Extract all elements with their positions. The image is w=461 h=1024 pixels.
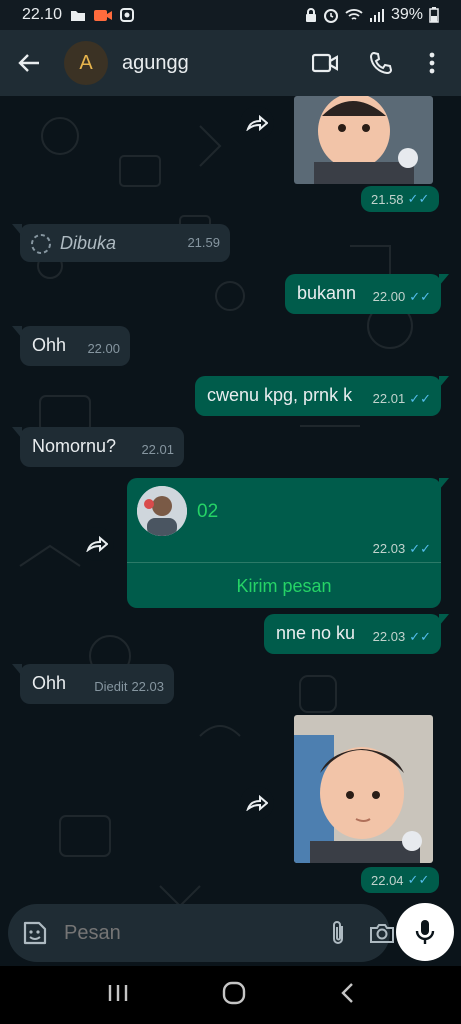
contact-card-message[interactable]: 02 22.03 ✓✓ Kirim pesan [127, 478, 449, 608]
chat-header: A agungg [0, 30, 461, 96]
message-time: 22.01 [372, 391, 406, 406]
status-time: 22.10 [22, 6, 63, 23]
folder-icon [70, 9, 86, 22]
outgoing-message[interactable]: nne no ku 22.03 ✓✓ [264, 614, 449, 654]
voice-call-button[interactable] [353, 30, 409, 96]
forward-button[interactable] [240, 786, 274, 820]
incoming-message[interactable]: Ohh 22.00 [12, 326, 130, 366]
message-text: Dibuka [60, 233, 117, 253]
opened-message[interactable]: Dibuka 21.59 [12, 224, 230, 262]
app-notification-icon [120, 8, 135, 22]
forward-button[interactable] [80, 527, 114, 561]
battery-level: 39% [390, 6, 423, 23]
video-call-button[interactable] [297, 30, 353, 96]
message-text: Ohh [32, 673, 67, 693]
nav-back-button[interactable] [340, 982, 354, 1009]
contact-avatar[interactable]: A [64, 41, 108, 85]
system-navigation-bar [0, 966, 461, 1024]
forward-icon [86, 536, 108, 552]
signal-icon [369, 8, 385, 22]
camera-icon [370, 924, 394, 943]
message-text: cwenu kpg, prnk k [207, 385, 353, 405]
arrow-left-icon [18, 54, 39, 72]
message-time: 22.04 [371, 872, 404, 888]
edited-label: Diedit [94, 679, 128, 694]
contact-card-avatar [137, 486, 187, 536]
message-time: 21.59 [187, 235, 220, 250]
message-time: 22.00 [372, 289, 406, 304]
back-button[interactable] [0, 30, 58, 96]
forward-icon [246, 795, 268, 811]
more-options-button[interactable] [409, 30, 455, 96]
sticker-image[interactable] [294, 715, 433, 863]
microphone-icon [415, 920, 435, 944]
sticker-icon [23, 921, 47, 945]
camera-button[interactable] [369, 922, 395, 944]
video-camera-icon [312, 53, 338, 73]
outgoing-message[interactable]: cwenu kpg, prnk k 22.01 ✓✓ [195, 376, 449, 416]
voice-message-button[interactable] [396, 903, 454, 961]
contact-name[interactable]: agungg [122, 52, 297, 75]
attach-button[interactable] [329, 920, 347, 946]
send-message-button[interactable]: Kirim pesan [127, 563, 441, 608]
message-input[interactable] [64, 921, 329, 945]
sticker-timestamp: 22.04 ✓✓ [361, 867, 440, 893]
sticker-button[interactable] [22, 920, 48, 946]
chevron-left-icon [341, 982, 353, 1003]
read-ticks-icon: ✓✓ [407, 191, 430, 206]
battery-icon [429, 7, 439, 23]
message-text: nne no ku [276, 623, 356, 643]
phone-icon [369, 51, 393, 75]
message-text: Ohh [32, 335, 67, 355]
home-button[interactable] [222, 981, 246, 1010]
forward-button[interactable] [240, 106, 274, 140]
message-text: bukann [297, 283, 357, 303]
read-ticks-icon: ✓✓ [407, 872, 430, 887]
paperclip-icon [333, 921, 343, 944]
alarm-icon [323, 7, 339, 23]
read-ticks-icon: ✓✓ [409, 629, 431, 644]
message-composer [8, 904, 394, 962]
status-bar: 22.10 39% [0, 0, 461, 30]
sticker-timestamp: 21.58 ✓✓ [361, 186, 440, 212]
message-time: 22.03 [372, 629, 406, 644]
recording-icon [94, 9, 113, 22]
message-time: 22.00 [87, 341, 120, 356]
incoming-message[interactable]: Ohh Diedit 22.03 [12, 664, 174, 704]
forward-icon [246, 115, 268, 131]
recent-apps-button[interactable] [107, 983, 129, 1008]
view-once-icon [31, 234, 51, 254]
more-vertical-icon [429, 52, 435, 74]
message-time: 21.58 [371, 191, 404, 207]
chat-messages[interactable]: 21.58 ✓✓ Dibuka 21.59 bukann 22.00 ✓✓ Ohh… [0, 96, 461, 966]
read-ticks-icon: ✓✓ [409, 391, 431, 406]
message-text: Nomornu? [32, 436, 117, 456]
contact-card-name: 02 [197, 501, 219, 522]
message-time: 22.03 [372, 541, 406, 556]
read-ticks-icon: ✓✓ [409, 289, 431, 304]
read-ticks-icon: ✓✓ [409, 541, 431, 556]
recent-apps-icon [108, 984, 128, 1001]
message-time: 22.03 [131, 679, 164, 694]
lock-icon [305, 7, 317, 23]
sticker-image[interactable] [294, 96, 433, 184]
incoming-message[interactable]: Nomornu? 22.01 [12, 427, 184, 467]
home-icon [223, 981, 246, 1004]
outgoing-message[interactable]: bukann 22.00 ✓✓ [285, 274, 449, 314]
message-time: 22.01 [141, 442, 174, 457]
wifi-icon [345, 8, 363, 22]
